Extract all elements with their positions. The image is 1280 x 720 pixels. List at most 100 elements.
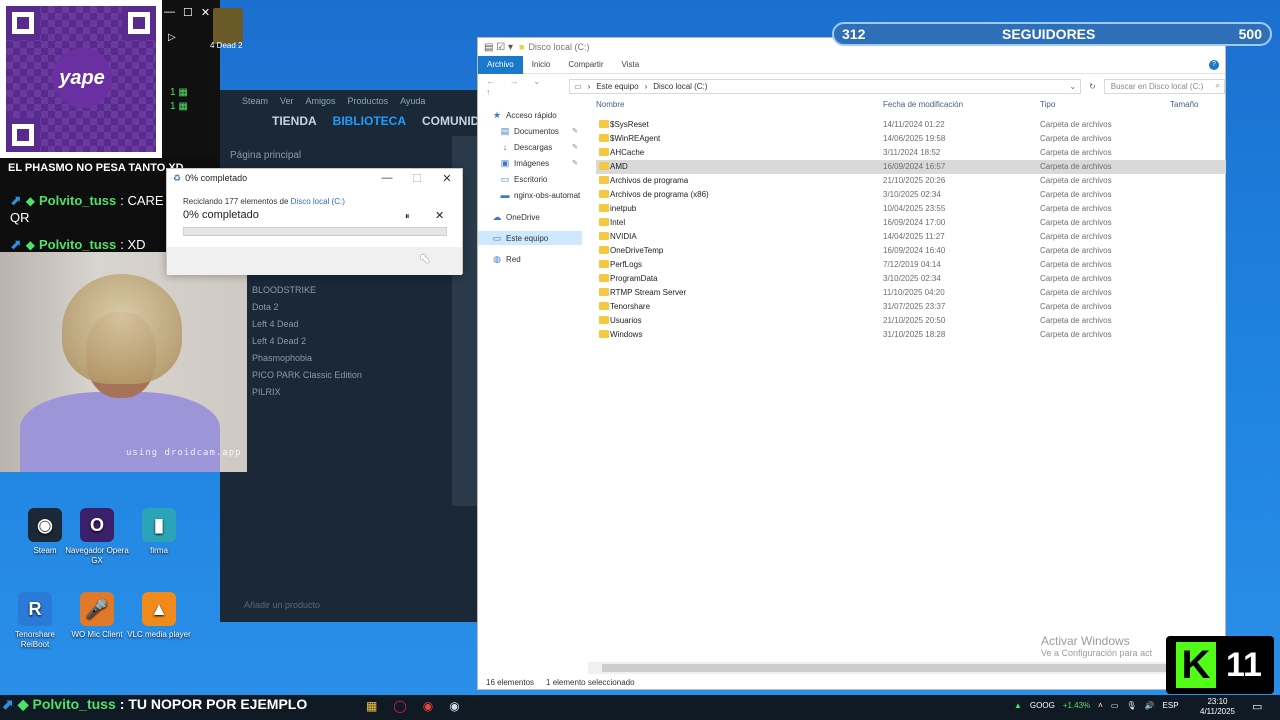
nav-item[interactable]: ▭ Este equipo — [478, 231, 582, 245]
library-item[interactable]: Left 4 Dead 2 — [252, 333, 362, 350]
vlc-desktop-icon[interactable]: ▲ VLC media player — [124, 592, 194, 640]
table-row[interactable]: Tenorshare 31/07/2025 23:37 Carpeta de arc… — [596, 300, 1226, 314]
maximize-button[interactable]: ☐ — [402, 172, 432, 185]
nav-item[interactable]: ◍ Red — [478, 252, 582, 266]
game-thumbnail[interactable] — [213, 8, 243, 44]
maximize-icon[interactable]: ☐ — [183, 6, 193, 19]
pin-icon[interactable]: ✎ — [572, 159, 578, 167]
breadcrumb-segment[interactable]: Disco local (C:) — [653, 82, 707, 91]
scrollbar-thumb[interactable] — [602, 664, 1172, 672]
qr-finder — [6, 6, 40, 40]
chrome-icon[interactable]: ◉ — [423, 699, 433, 713]
nav-item[interactable]: ▭ Escritorio — [478, 172, 582, 186]
webcam-feed: using droidcam.app — [0, 252, 247, 472]
opera-gx-icon[interactable]: ◯ — [393, 699, 406, 713]
file-date: 11/10/2025 04:20 — [883, 288, 945, 297]
tab-archivo[interactable]: Archivo — [478, 55, 523, 74]
breadcrumb-segment[interactable]: Este equipo — [596, 82, 638, 91]
file-date: 3/10/2025 02:34 — [883, 274, 941, 283]
chevron-down-icon[interactable]: ⌄ — [1069, 82, 1076, 91]
table-row[interactable]: OneDriveTemp 16/09/2024 16:40 Carpeta de a… — [596, 244, 1226, 258]
column-size[interactable]: Tamaño — [1170, 100, 1198, 109]
quick-access-toolbar-icon[interactable]: ▤ ☑ ▾ — [484, 42, 513, 53]
library-item[interactable]: PILRIX — [252, 384, 362, 401]
nav-item[interactable]: ▤ Documentos ✎ — [478, 124, 582, 138]
table-row[interactable]: ProgramData 3/10/2025 02:34 Carpeta de arc… — [596, 272, 1226, 286]
table-row[interactable]: RTMP Stream Server 11/10/2025 04:20 Carpet… — [596, 286, 1226, 300]
close-button[interactable]: ✕ — [432, 172, 462, 185]
steam-menu-item[interactable]: Steam — [242, 96, 268, 106]
file-name: AHCache — [610, 148, 645, 157]
steam-menu-item[interactable]: Ver — [280, 96, 294, 106]
table-row[interactable]: Intel 16/09/2024 17:00 Carpeta de archivos — [596, 216, 1226, 230]
language-indicator[interactable]: ESP — [1163, 701, 1179, 710]
table-row[interactable]: $SysReset 14/11/2024 01:22 Carpeta de arch… — [596, 118, 1226, 132]
table-row[interactable]: PerfLogs 7/12/2019 04:14 Carpeta de archiv… — [596, 258, 1226, 272]
bottom-chat-message: ⬈ ◆ Polvito_tuss : TU NOPOR POR EJEMPLO — [2, 696, 307, 713]
table-row[interactable]: Usuarios 21/10/2025 20:50 Carpeta de archi… — [596, 314, 1226, 328]
library-item[interactable]: Dota 2 — [252, 299, 362, 316]
minimize-button[interactable]: — — [372, 172, 402, 185]
volume-icon[interactable]: 🔊 — [1145, 701, 1155, 710]
minimize-icon[interactable]: — — [164, 6, 175, 19]
play-icon[interactable]: ▷ — [168, 32, 176, 43]
network-icon[interactable]: ▭ — [1111, 701, 1119, 710]
steam-menu-item[interactable]: Ayuda — [400, 96, 425, 106]
library-item[interactable]: BLOODSTRIKE — [252, 282, 362, 299]
windows-store-icon[interactable]: ▦ — [366, 699, 377, 713]
nav-item[interactable]: ★ Acceso rápido — [478, 108, 582, 122]
pin-icon[interactable]: ✎ — [572, 127, 578, 135]
library-item[interactable]: Left 4 Dead — [252, 316, 362, 333]
opera-gx-desktop-icon[interactable]: O Navegador Opera GX — [62, 508, 132, 566]
tab-vista[interactable]: Vista — [613, 56, 649, 74]
kick-icon: ⬈ — [10, 236, 22, 252]
column-name[interactable]: Nombre — [596, 100, 624, 109]
nav-item[interactable]: ↓ Descargas ✎ — [478, 140, 582, 154]
table-row[interactable]: Archivos de programa 21/10/2025 20:26 Carp… — [596, 174, 1226, 188]
steam-icon[interactable]: ◉ — [449, 699, 459, 713]
file-name: AMD — [610, 162, 628, 171]
horizontal-scrollbar[interactable] — [588, 662, 1224, 674]
firma-desktop-icon[interactable]: ▮ firma — [124, 508, 194, 556]
clock[interactable]: 23:10 4/11/2025 — [1200, 697, 1235, 717]
steam-home-link[interactable]: Página principal — [230, 150, 301, 161]
nav-item[interactable]: ▬ nginx-obs-automat — [478, 188, 582, 202]
nav-item[interactable]: ▣ Imágenes ✎ — [478, 156, 582, 170]
nav-item[interactable]: ☁ OneDrive — [478, 210, 582, 224]
tab-compartir[interactable]: Compartir — [559, 56, 612, 74]
microphone-icon[interactable]: 🎙 — [1126, 701, 1136, 710]
tab-store[interactable]: TIENDA — [272, 114, 317, 128]
library-item[interactable]: PICO PARK Classic Edition — [252, 367, 362, 384]
navigation-arrows-icon[interactable]: ← → ⌄ ↑ — [486, 76, 561, 97]
notification-icon[interactable]: ▭ — [1252, 700, 1262, 713]
search-input[interactable]: Buscar en Disco local (C:) ⌕ — [1103, 78, 1225, 94]
stock-symbol[interactable]: GOOG — [1030, 701, 1055, 710]
cancel-button[interactable]: ✕ — [435, 209, 444, 222]
pin-icon[interactable]: ✎ — [572, 143, 578, 151]
pause-button[interactable]: ⏸ — [405, 211, 410, 222]
column-type[interactable]: Tipo — [1040, 100, 1055, 109]
table-row[interactable]: AMD 16/09/2024 16:57 Carpeta de archivos — [596, 160, 1226, 174]
table-row[interactable]: AHCache 3/11/2024 18:52 Carpeta de archivo… — [596, 146, 1226, 160]
help-icon[interactable]: ? — [1209, 59, 1219, 70]
table-row[interactable]: inetpub 10/04/2025 23:55 Carpeta de archiv… — [596, 202, 1226, 216]
steam-menu-item[interactable]: Amigos — [306, 96, 336, 106]
column-date[interactable]: Fecha de modificación — [883, 100, 963, 109]
address-bar[interactable]: ▭ › Este equipo › Disco local (C:) ⌄ — [569, 78, 1082, 94]
reiboot-desktop-icon[interactable]: R Tenorshare ReiBoot — [0, 592, 70, 650]
refresh-icon[interactable]: ↻ — [1089, 82, 1096, 91]
tab-library[interactable]: BIBLIOTECA — [333, 114, 406, 128]
table-row[interactable]: Archivos de programa (x86) 3/10/2025 02:3… — [596, 188, 1226, 202]
chevron-up-icon[interactable]: ˄ — [1098, 701, 1103, 710]
steam-icon: ◉ — [28, 508, 62, 542]
tab-inicio[interactable]: Inicio — [523, 56, 560, 74]
add-product-button[interactable]: Añadir un producto — [244, 600, 320, 610]
library-item[interactable]: Phasmophobia — [252, 350, 362, 367]
close-icon[interactable]: ✕ — [201, 6, 210, 19]
table-row[interactable]: $WinREAgent 14/06/2025 19:58 Carpeta de ar… — [596, 132, 1226, 146]
table-row[interactable]: Windows 31/10/2025 18:28 Carpeta de archiv… — [596, 328, 1226, 342]
wo-mic-desktop-icon[interactable]: 🎤 WO Mic Client — [62, 592, 132, 640]
table-row[interactable]: NVIDIA 14/04/2025 11:27 Carpeta de archivo… — [596, 230, 1226, 244]
drive-link[interactable]: Disco local (C:) — [291, 197, 345, 206]
steam-menu-item[interactable]: Productos — [348, 96, 389, 106]
